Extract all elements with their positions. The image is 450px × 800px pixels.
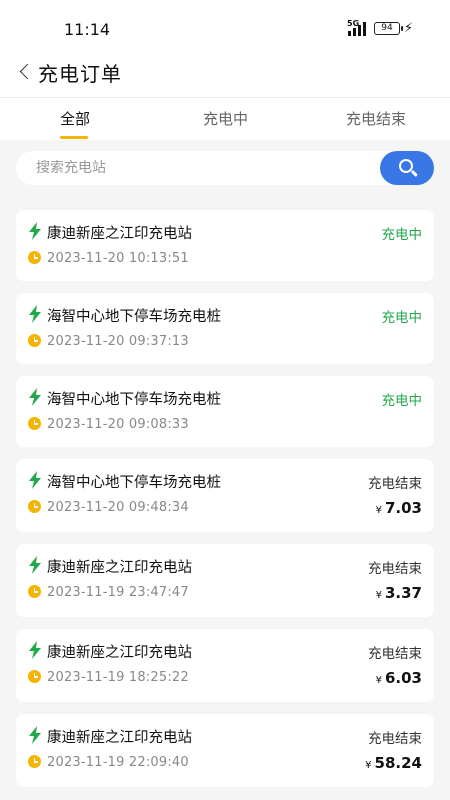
page-header: 充电订单 [0, 50, 450, 98]
order-time: 2023-11-19 23:47:47 [47, 585, 189, 600]
lightning-bolt-icon [29, 726, 41, 744]
signal-icon [346, 20, 368, 36]
order-status: 充电结束 [368, 731, 422, 747]
order-status: 充电结束 [368, 561, 422, 577]
tab-charging[interactable]: 充电中 [203, 108, 248, 129]
order-price: ¥7.03 [376, 499, 422, 517]
search-bar [16, 151, 434, 185]
price-amount: 3.37 [384, 584, 422, 602]
order-card[interactable]: 康迪新座之江印充电站 2023-11-19 18:25:22 充电结束 ¥6.0… [16, 629, 434, 702]
tab-active-indicator [60, 136, 88, 139]
station-name: 海智中心地下停车场充电桩 [47, 309, 221, 325]
order-card[interactable]: 海智中心地下停车场充电桩 2023-11-20 09:37:13 充电中 [16, 293, 434, 364]
tab-all[interactable]: 全部 [60, 108, 90, 129]
order-card[interactable]: 海智中心地下停车场充电桩 2023-11-20 09:08:33 充电中 [16, 376, 434, 447]
battery-icon: 94 [374, 22, 403, 35]
order-status: 充电中 [381, 393, 423, 409]
lightning-bolt-icon [29, 556, 41, 574]
order-card[interactable]: 康迪新座之江印充电站 2023-11-20 10:13:51 充电中 [16, 210, 434, 281]
lightning-bolt-icon [29, 388, 41, 406]
price-amount: 7.03 [384, 499, 422, 517]
clock-icon [28, 251, 41, 264]
search-input[interactable] [16, 151, 376, 185]
search-button[interactable] [380, 151, 434, 185]
currency-symbol: ¥ [375, 505, 382, 516]
order-status: 充电中 [381, 310, 423, 326]
order-time: 2023-11-20 09:08:33 [47, 417, 189, 432]
currency-symbol: ¥ [365, 760, 372, 771]
clock-icon [28, 755, 41, 768]
order-card[interactable]: 康迪新座之江印充电站 2023-11-19 22:09:40 充电结束 ¥58.… [16, 714, 434, 787]
station-name: 海智中心地下停车场充电桩 [47, 392, 221, 408]
station-name: 康迪新座之江印充电站 [47, 730, 192, 746]
order-time: 2023-11-20 09:37:13 [47, 334, 189, 349]
tab-finished[interactable]: 充电结束 [346, 108, 406, 129]
battery-level: 94 [381, 23, 393, 33]
price-amount: 6.03 [384, 669, 422, 687]
order-status: 充电结束 [368, 646, 422, 662]
station-name: 康迪新座之江印充电站 [47, 226, 192, 242]
lightning-bolt-icon [29, 222, 41, 240]
station-name: 康迪新座之江印充电站 [47, 560, 192, 576]
order-status: 充电中 [381, 227, 423, 243]
station-name: 康迪新座之江印充电站 [47, 645, 192, 661]
order-price: ¥58.24 [365, 754, 422, 772]
clock-icon [28, 500, 41, 513]
order-list: 康迪新座之江印充电站 2023-11-20 10:13:51 充电中 海智中心地… [16, 210, 434, 799]
clock-icon [28, 417, 41, 430]
back-chevron-icon[interactable] [16, 58, 34, 86]
charging-icon: ⚡︎ [404, 21, 414, 36]
lightning-bolt-icon [29, 305, 41, 323]
order-time: 2023-11-20 10:13:51 [47, 251, 189, 266]
order-time: 2023-11-19 22:09:40 [47, 755, 189, 770]
order-status: 充电结束 [368, 476, 422, 492]
clock-icon [28, 670, 41, 683]
order-card[interactable]: 康迪新座之江印充电站 2023-11-19 23:47:47 充电结束 ¥3.3… [16, 544, 434, 617]
tab-bar: 全部 充电中 充电结束 [0, 98, 450, 140]
price-amount: 58.24 [374, 754, 422, 772]
currency-symbol: ¥ [375, 590, 382, 601]
order-price: ¥3.37 [376, 584, 422, 602]
station-name: 海智中心地下停车场充电桩 [47, 475, 221, 491]
order-card[interactable]: 海智中心地下停车场充电桩 2023-11-20 09:48:34 充电结束 ¥7… [16, 459, 434, 532]
status-bar: 11:14 5G 94 ⚡︎ [0, 0, 450, 50]
order-price: ¥6.03 [376, 669, 422, 687]
currency-symbol: ¥ [375, 675, 382, 686]
lightning-bolt-icon [29, 641, 41, 659]
clock-icon [28, 585, 41, 598]
page-title: 充电订单 [38, 62, 122, 86]
order-time: 2023-11-20 09:48:34 [47, 500, 189, 515]
lightning-bolt-icon [29, 471, 41, 489]
status-time: 11:14 [64, 20, 111, 39]
order-time: 2023-11-19 18:25:22 [47, 670, 189, 685]
clock-icon [28, 334, 41, 347]
